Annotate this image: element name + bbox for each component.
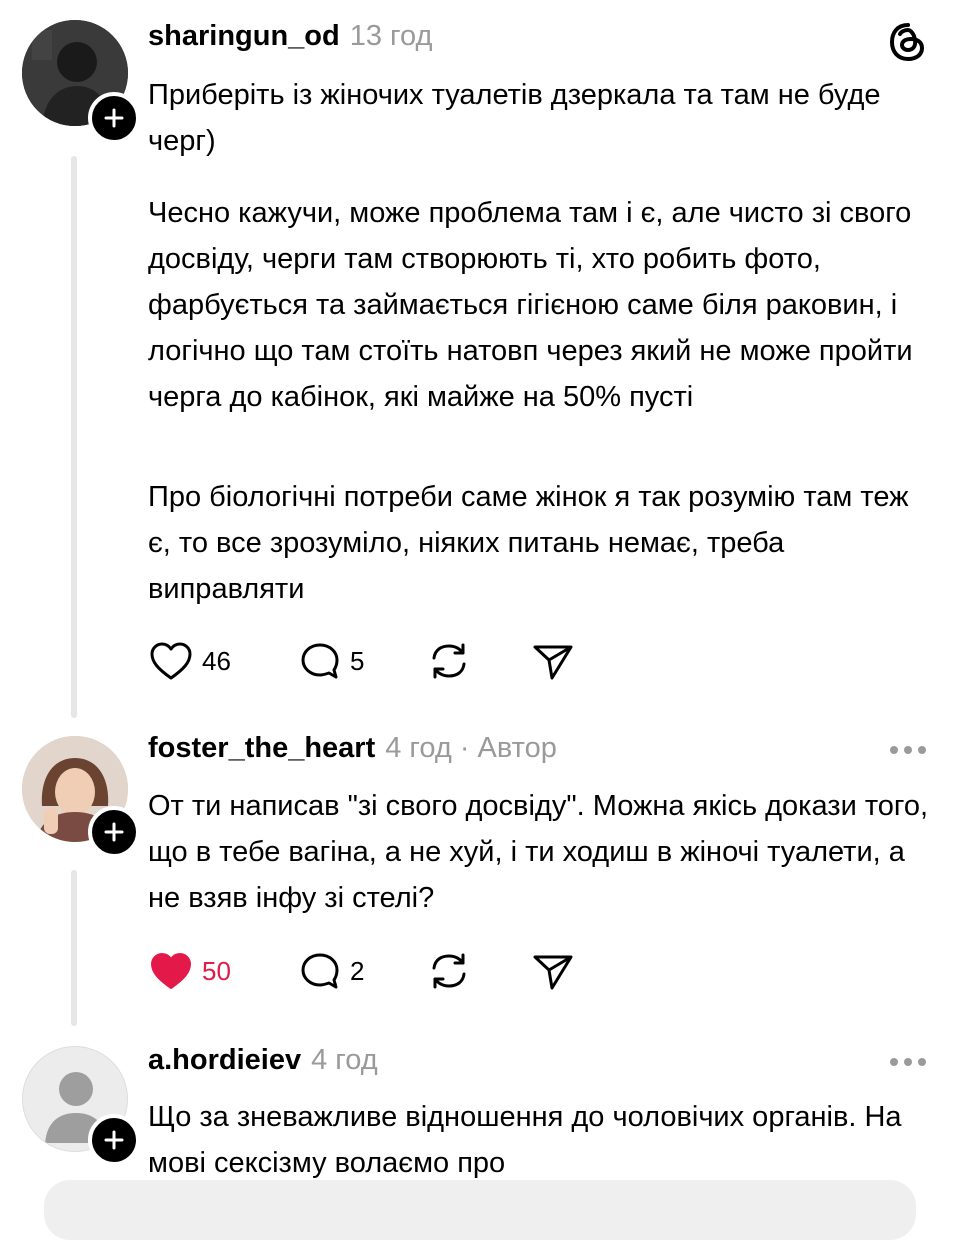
- comment-paragraph: Чесно кажучи, може проблема там і є, але…: [148, 197, 913, 413]
- like-button[interactable]: 50: [148, 950, 231, 992]
- repost-icon[interactable]: [426, 640, 472, 682]
- comment-paragraph: От ти написав "зі свого досвіду". Можна …: [148, 790, 929, 914]
- thread-line: [71, 156, 77, 718]
- reply-composer-bar[interactable]: [44, 1180, 916, 1240]
- reply-button[interactable]: 5: [298, 640, 364, 682]
- more-options-icon[interactable]: [890, 746, 926, 754]
- share-icon[interactable]: [530, 640, 576, 682]
- timestamp: 13 год: [349, 20, 433, 52]
- share-icon[interactable]: [530, 950, 576, 992]
- reply-count: 5: [350, 645, 365, 676]
- like-count: 50: [202, 955, 231, 986]
- threads-logo-icon[interactable]: [886, 20, 930, 64]
- username[interactable]: sharingun_od 13 год: [148, 16, 432, 56]
- like-count: 46: [202, 645, 231, 676]
- plus-icon: [104, 108, 124, 128]
- like-button[interactable]: 46: [148, 640, 231, 682]
- username[interactable]: a.hordieiev 4 год: [148, 1040, 378, 1080]
- comment-paragraph: Приберіть із жіночих туалетів дзеркала т…: [148, 79, 881, 157]
- plus-icon: [104, 1130, 124, 1150]
- timestamp: 4 год · Автор: [385, 732, 557, 764]
- reply-button[interactable]: 2: [298, 950, 364, 992]
- more-options-icon[interactable]: [890, 1058, 926, 1066]
- repost-icon[interactable]: [426, 950, 472, 992]
- heart-filled-icon: [151, 953, 191, 989]
- follow-button[interactable]: [88, 92, 140, 144]
- comment-icon: [301, 953, 339, 989]
- follow-button[interactable]: [88, 1114, 140, 1166]
- heart-icon: [150, 642, 192, 680]
- comment-icon: [301, 643, 339, 679]
- thread-line: [71, 870, 77, 1026]
- comment-paragraph: Про біологічні потреби саме жінок я так …: [148, 481, 909, 605]
- reply-count: 2: [350, 955, 365, 986]
- timestamp: 4 год: [311, 1044, 378, 1076]
- follow-button[interactable]: [88, 806, 140, 858]
- username[interactable]: foster_the_heart 4 год · Автор: [148, 728, 557, 768]
- comment-paragraph: Що за зневажливе відношення до чоловічих…: [148, 1101, 902, 1179]
- plus-icon: [104, 822, 124, 842]
